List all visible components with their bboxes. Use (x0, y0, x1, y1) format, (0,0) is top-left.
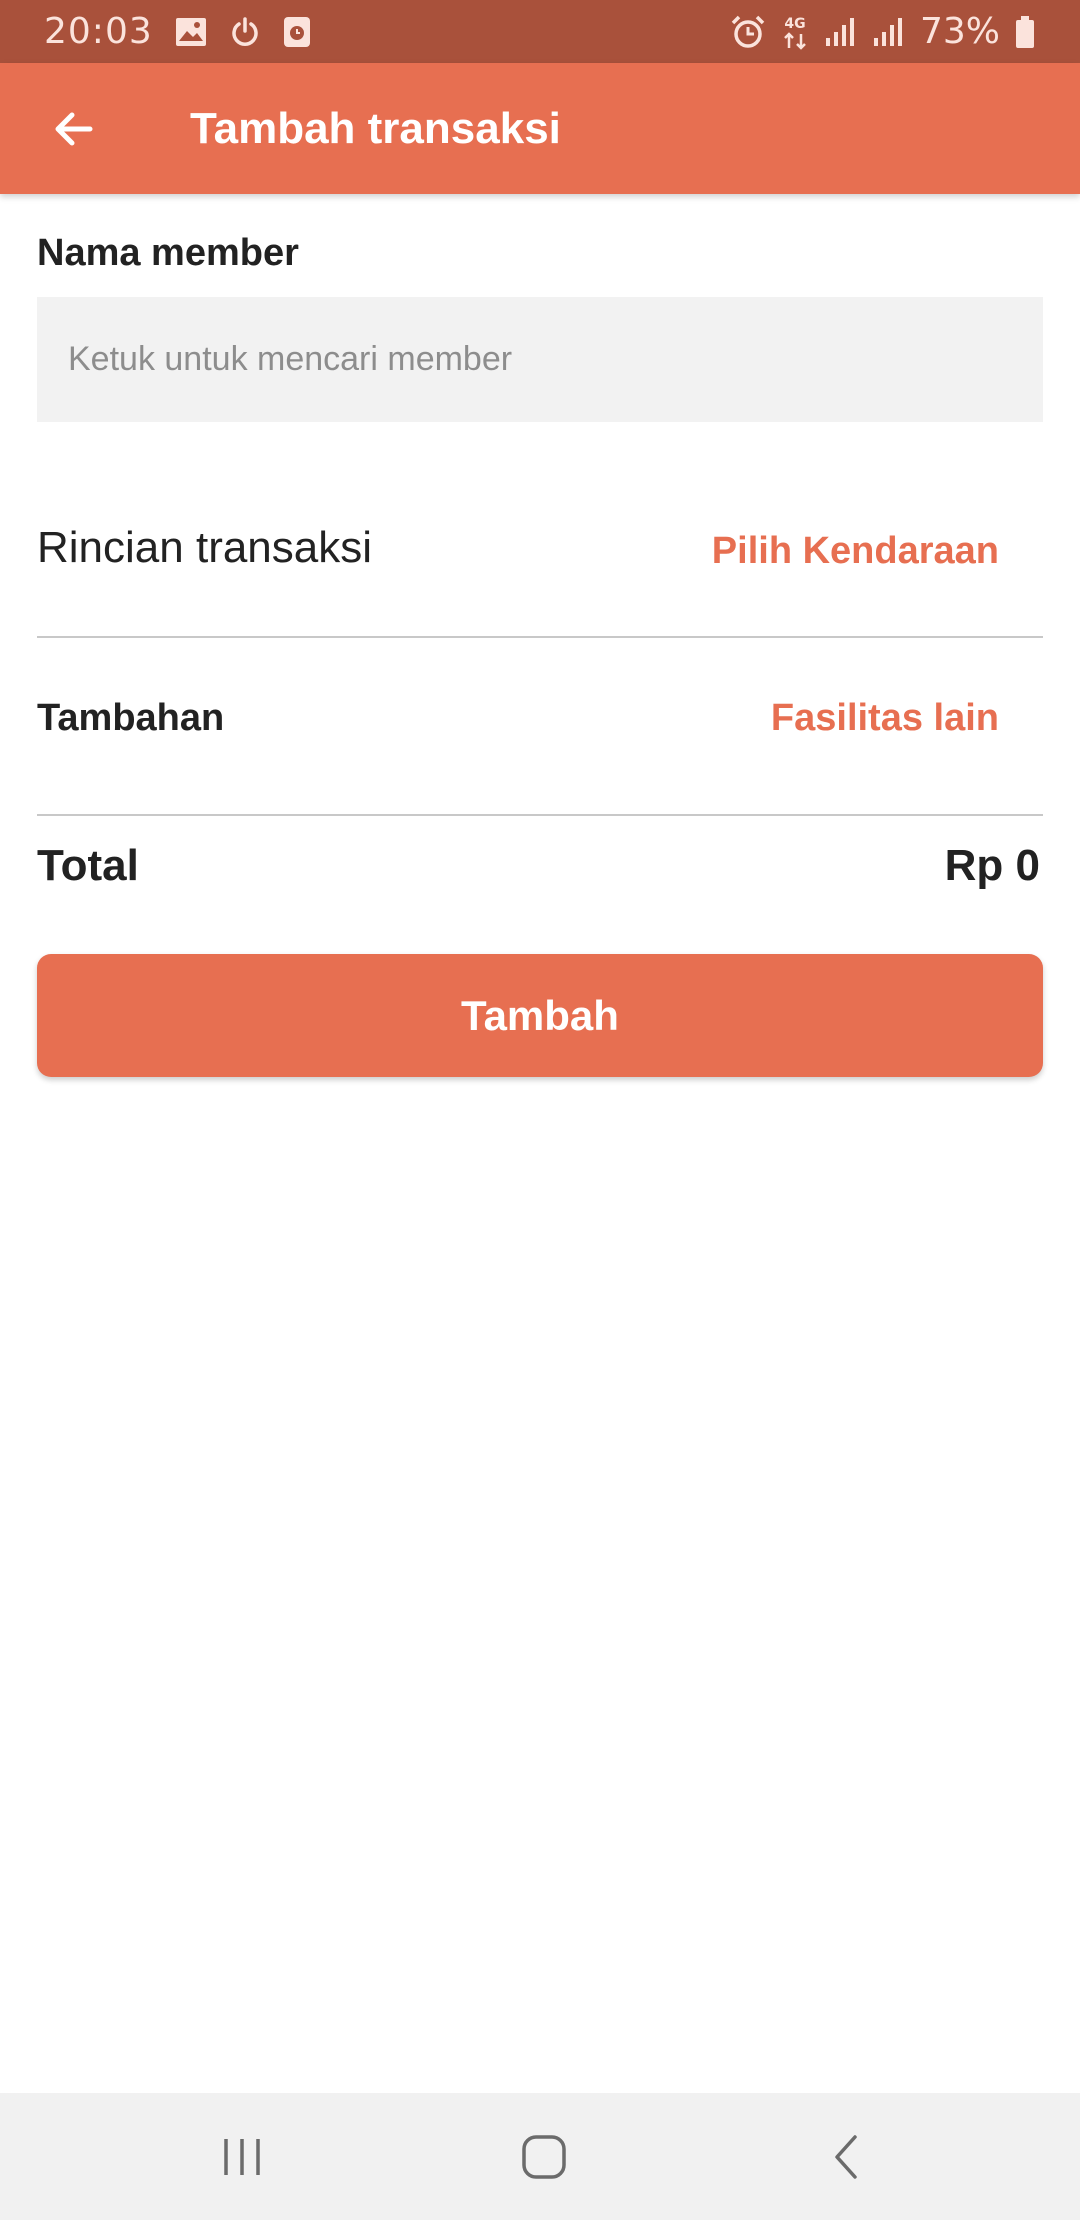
page-title: Tambah transaksi (190, 104, 561, 153)
divider (37, 814, 1043, 816)
add-button[interactable]: Tambah (37, 954, 1043, 1077)
transaction-details-title: Rincian transaksi (37, 523, 373, 572)
system-nav-bar (0, 2093, 1080, 2220)
gallery-icon (175, 17, 207, 47)
back-icon (835, 2134, 857, 2179)
screen-record-icon (283, 16, 311, 48)
member-search-input[interactable] (37, 297, 1043, 422)
total-label: Total (37, 841, 139, 890)
home-icon (522, 2134, 566, 2179)
alarm-icon (730, 15, 766, 49)
back-button[interactable] (38, 93, 110, 165)
nav-back-button[interactable] (767, 2093, 927, 2220)
signal-icon (824, 16, 858, 48)
other-facilities-link[interactable]: Fasilitas lain (771, 697, 999, 740)
recents-button[interactable] (162, 2093, 322, 2220)
total-value: Rp 0 (944, 841, 1040, 890)
status-time: 20:03 (44, 11, 153, 52)
status-bar: 20:03 4G 73% (0, 0, 1080, 63)
power-icon (229, 16, 261, 48)
status-right: 4G 73% (730, 0, 1036, 63)
network-label: 4G (784, 16, 805, 32)
member-label: Nama member (37, 232, 299, 274)
arrow-left-icon (55, 112, 93, 146)
battery-percent: 73% (919, 11, 1000, 52)
network-4g-icon: 4G (780, 14, 810, 50)
battery-icon (1014, 15, 1036, 49)
signal-icon-2 (872, 16, 906, 48)
extras-label: Tambahan (37, 697, 225, 739)
choose-vehicle-link[interactable]: Pilih Kendaraan (712, 530, 999, 573)
divider (37, 636, 1043, 638)
home-button[interactable] (464, 2093, 624, 2220)
app-bar: Tambah transaksi (0, 63, 1080, 194)
recents-icon (224, 2138, 260, 2175)
status-left: 20:03 (44, 0, 311, 63)
